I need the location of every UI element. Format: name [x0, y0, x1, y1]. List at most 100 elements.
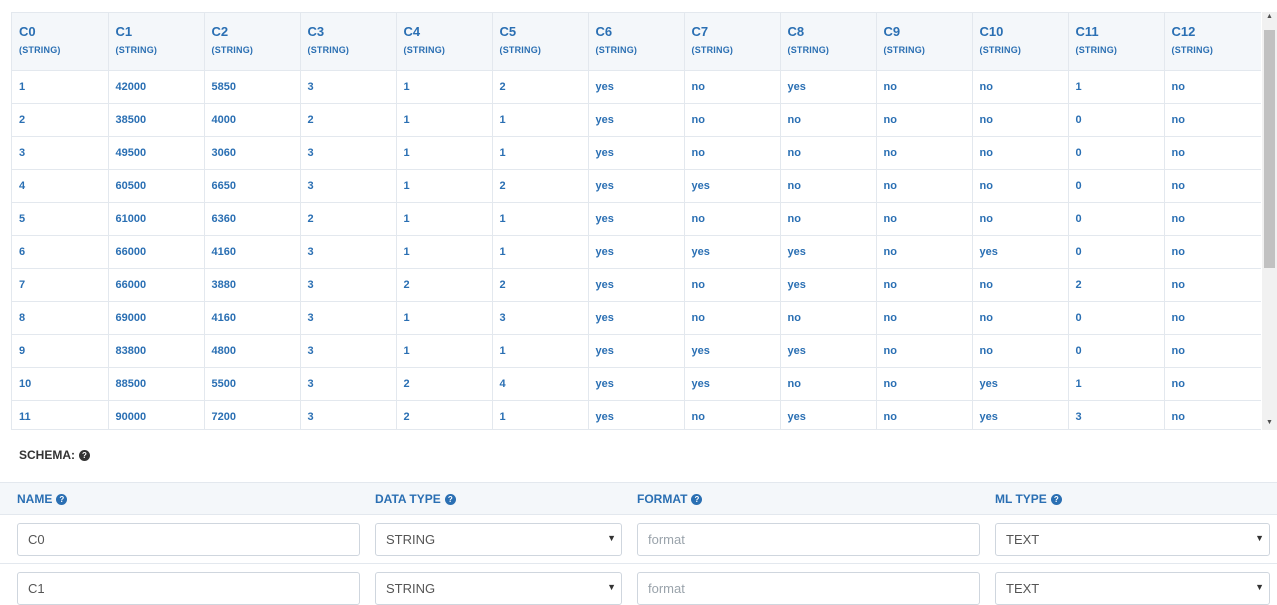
table-cell: no	[1164, 136, 1261, 170]
table-cell: 4	[12, 169, 109, 203]
table-cell: 1	[12, 70, 109, 104]
table-cell: no	[1164, 235, 1261, 269]
table-cell: no	[1164, 169, 1261, 203]
table-cell: no	[780, 367, 877, 401]
table-cell: yes	[780, 235, 877, 269]
column-type: (STRING)	[1171, 45, 1214, 55]
column-name: C5	[499, 24, 517, 39]
help-icon[interactable]: ?	[79, 449, 90, 461]
ml-type-header-label: ML TYPE	[995, 492, 1047, 506]
scroll-down-arrow-icon[interactable]: ▼	[1262, 418, 1277, 428]
table-cell: 3	[12, 136, 109, 170]
column-name: C10	[979, 24, 1004, 39]
table-cell: no	[780, 103, 877, 137]
table-cell: 4	[492, 367, 589, 401]
column-header-c4: C4 (STRING)	[396, 13, 493, 71]
table-cell: 0	[1068, 169, 1165, 203]
table-cell: no	[684, 202, 781, 236]
table-row: 7 66000 3880 3 2 2 yes no yes no no 2 no	[12, 268, 1261, 302]
table-cell: 11	[12, 400, 109, 429]
table-cell: no	[1164, 268, 1261, 302]
table-row: 6 66000 4160 3 1 1 yes yes yes no yes 0 no	[12, 235, 1261, 269]
table-cell: 3880	[204, 268, 301, 302]
table-cell: 5850	[204, 70, 301, 104]
table-cell: yes	[780, 334, 877, 368]
table-cell: 2	[492, 169, 589, 203]
column-header-c7: C7 (STRING)	[684, 13, 781, 71]
table-cell: yes	[684, 235, 781, 269]
table-cell: no	[876, 235, 973, 269]
table-cell: 1	[492, 103, 589, 137]
table-cell: no	[876, 268, 973, 302]
schema-name-input[interactable]: C0	[17, 523, 360, 556]
table-cell: no	[684, 268, 781, 302]
table-cell: no	[876, 301, 973, 335]
table-cell: yes	[588, 235, 685, 269]
table-cell: yes	[972, 367, 1069, 401]
column-header-c9: C9 (STRING)	[876, 13, 973, 71]
table-cell: 0	[1068, 301, 1165, 335]
column-type: (STRING)	[115, 45, 158, 55]
column-header-c5: C5 (STRING)	[492, 13, 589, 71]
help-icon[interactable]: ?	[56, 493, 68, 505]
table-row: 11 90000 7200 3 2 1 yes no yes no yes 3 no	[12, 400, 1261, 429]
table-cell: yes	[684, 367, 781, 401]
column-type: (STRING)	[1075, 45, 1118, 55]
table-cell: no	[876, 367, 973, 401]
table-cell: 8	[12, 301, 109, 335]
table-row: 5 61000 6360 2 1 1 yes no no no no 0 no	[12, 202, 1261, 236]
schema-ml-type-select[interactable]: TEXT ▼	[995, 523, 1270, 556]
column-type: (STRING)	[691, 45, 734, 55]
table-cell: 4160	[204, 301, 301, 335]
table-cell: 10	[12, 367, 109, 401]
table-cell: 7	[12, 268, 109, 302]
table-cell: 2	[300, 103, 397, 137]
table-cell: no	[876, 334, 973, 368]
table-cell: 7200	[204, 400, 301, 429]
scroll-thumb[interactable]	[1264, 30, 1275, 268]
table-cell: 66000	[108, 268, 205, 302]
select-value: TEXT	[1006, 532, 1040, 547]
table-cell: no	[972, 334, 1069, 368]
chevron-down-icon: ▼	[1255, 582, 1264, 592]
table-cell: 1	[492, 235, 589, 269]
table-cell: no	[780, 136, 877, 170]
help-icon[interactable]: ?	[691, 493, 703, 505]
table-cell: no	[684, 136, 781, 170]
table-cell: 9	[12, 334, 109, 368]
table-cell: 88500	[108, 367, 205, 401]
table-cell: 3060	[204, 136, 301, 170]
help-icon[interactable]: ?	[1050, 493, 1062, 505]
help-icon[interactable]: ?	[444, 493, 456, 505]
schema-name-input[interactable]: C1	[17, 572, 360, 605]
column-type: (STRING)	[787, 45, 830, 55]
table-cell: yes	[780, 70, 877, 104]
schema-format-input[interactable]: format	[637, 523, 980, 556]
table-row: 8 69000 4160 3 1 3 yes no no no no 0 no	[12, 301, 1261, 335]
table-cell: no	[1164, 70, 1261, 104]
table-cell: 2	[396, 367, 493, 401]
table-cell: 1	[396, 70, 493, 104]
schema-data-type-select[interactable]: STRING ▼	[375, 572, 622, 605]
schema-ml-type-select[interactable]: TEXT ▼	[995, 572, 1270, 605]
select-value: STRING	[386, 532, 436, 547]
column-name: C4	[403, 24, 421, 39]
table-cell: 6	[12, 235, 109, 269]
scroll-up-arrow-icon[interactable]: ▲	[1262, 12, 1277, 22]
table-cell: no	[684, 70, 781, 104]
table-cell: no	[684, 103, 781, 137]
table-cell: 4160	[204, 235, 301, 269]
table-cell: 3	[1068, 400, 1165, 429]
data-table: C0 (STRING) C1 (STRING) C2 (STRING) C3 (STRING)…	[12, 13, 1261, 429]
table-cell: yes	[588, 268, 685, 302]
table-cell: 0	[1068, 235, 1165, 269]
table-cell: 3	[492, 301, 589, 335]
column-header-c3: C3 (STRING)	[300, 13, 397, 71]
column-type: (STRING)	[403, 45, 446, 55]
schema-data-type-select[interactable]: STRING ▼	[375, 523, 622, 556]
schema-format-input[interactable]: format	[637, 572, 980, 605]
table-row: 1 42000 5850 3 1 2 yes no yes no no 1 no	[12, 70, 1261, 104]
chevron-down-icon: ▼	[607, 533, 616, 543]
vertical-scrollbar[interactable]: ▲ ▼	[1262, 12, 1277, 430]
column-header-c11: C11 (STRING)	[1068, 13, 1165, 71]
